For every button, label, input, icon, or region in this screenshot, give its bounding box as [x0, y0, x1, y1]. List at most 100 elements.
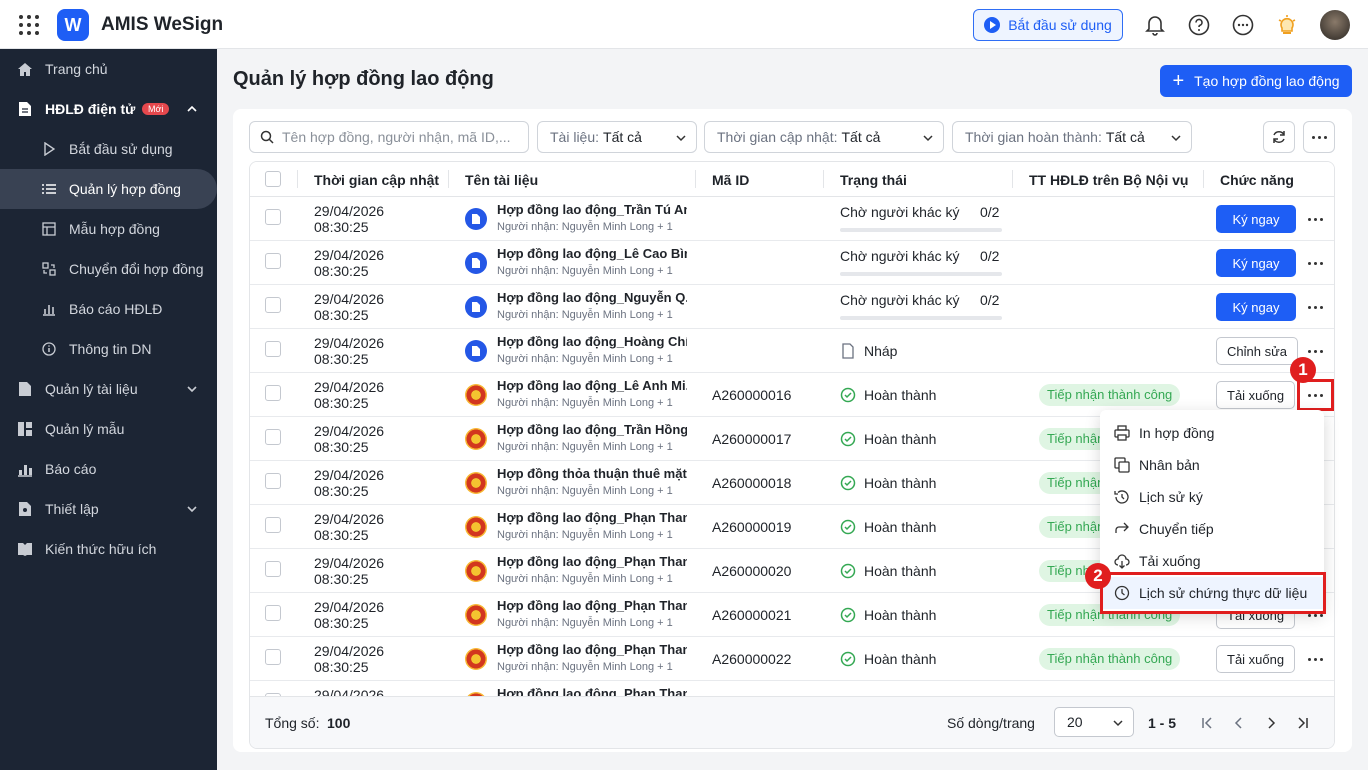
check-circle-icon	[840, 431, 856, 447]
sidebar-item-contracts[interactable]: Quản lý hợp đồng	[0, 169, 217, 209]
start-using-button[interactable]: Bắt đầu sử dụng	[973, 9, 1123, 41]
row-checkbox[interactable]	[265, 429, 281, 445]
document-filter[interactable]: Tài liệu: Tất cả	[537, 121, 697, 153]
sidebar-item-label: HĐLĐ điện tử	[45, 101, 136, 117]
page-title: Quản lý hợp đồng lao động	[233, 68, 494, 90]
row-action-button[interactable]: Ký ngay	[1216, 249, 1296, 277]
document-name[interactable]: Hợp đồng lao động_Lê Anh Mi...	[497, 378, 687, 393]
menu-item-sign-history[interactable]: Lịch sử ký	[1100, 481, 1324, 513]
table-row[interactable]: 29/04/2026 08:30:25 Hợp đồng lao động_Trần…	[250, 197, 1334, 241]
row-more-button[interactable]	[1304, 648, 1326, 670]
updated-time-filter[interactable]: Thời gian cập nhật: Tất cả	[704, 121, 944, 153]
document-name[interactable]: Hợp đồng lao động_Lê Cao Bình	[497, 246, 687, 261]
document-name[interactable]: Hợp đồng lao động_Trần Tú Anh	[497, 202, 687, 217]
column-header[interactable]: Thời gian cập nhật	[314, 172, 439, 188]
sign-progress-bar	[840, 272, 1002, 276]
table-row[interactable]: 29/04/2026 08:30:25 Hợp đồng lao động_Nguy…	[250, 285, 1334, 329]
sidebar-item-manage-templates[interactable]: Quản lý mẫu	[0, 409, 217, 449]
filter-label: Tài liệu:	[550, 129, 600, 145]
status-text: Chờ người khác ký	[840, 292, 960, 308]
document-icon	[465, 208, 487, 230]
row-more-button[interactable]	[1304, 252, 1326, 274]
bell-icon[interactable]	[1143, 13, 1167, 37]
table-row[interactable]: 29/04/2026 08:30:25 Hợp đồng lao động_Lê C…	[250, 241, 1334, 285]
app-logo: W	[57, 9, 89, 41]
menu-item-label: Lịch sử ký	[1139, 489, 1203, 505]
row-checkbox[interactable]	[265, 385, 281, 401]
updated-time: 29/04/202608:30:25	[314, 423, 384, 455]
sidebar-item-convert[interactable]: Chuyển đổi hợp đồng	[0, 249, 217, 289]
sidebar-item-hdld[interactable]: HĐLĐ điện tử Mới	[0, 89, 217, 129]
column-header[interactable]: Trạng thái	[840, 172, 907, 188]
sidebar-item-home[interactable]: Trang chủ	[0, 49, 217, 89]
prev-page-icon[interactable]	[1233, 717, 1245, 729]
document-name[interactable]: Hợp đồng lao động_Phạn Than...	[497, 598, 687, 613]
row-more-button[interactable]	[1304, 296, 1326, 318]
convert-icon	[41, 261, 57, 277]
row-checkbox[interactable]	[265, 253, 281, 269]
sidebar-item-documents[interactable]: Quản lý tài liệu	[0, 369, 217, 409]
menu-item-print[interactable]: In hợp đồng	[1100, 417, 1324, 449]
rows-per-page-select[interactable]: 20	[1054, 707, 1134, 737]
row-checkbox[interactable]	[265, 605, 281, 621]
document-name[interactable]: Hợp đồng lao động_Phạn Than...	[497, 510, 687, 525]
column-header[interactable]: TT HĐLĐ trên Bộ Nội vụ	[1029, 172, 1188, 188]
sidebar-item-report-hdld[interactable]: Báo cáo HĐLĐ	[0, 289, 217, 329]
document-name[interactable]: Hợp đồng thỏa thuận thuê mặt...	[497, 466, 687, 481]
create-contract-button[interactable]: + Tạo hợp đồng lao động	[1160, 65, 1352, 97]
info-icon	[41, 341, 57, 357]
document-recipient: Người nhận: Nguyễn Minh Long + 1	[497, 661, 673, 673]
updated-clock: 08:30:25	[314, 351, 369, 367]
help-icon[interactable]	[1187, 13, 1211, 37]
row-more-button[interactable]	[1304, 208, 1326, 230]
user-avatar[interactable]	[1320, 10, 1350, 40]
updated-clock: 08:30:25	[314, 307, 369, 323]
next-page-icon[interactable]	[1265, 717, 1277, 729]
more-options-button[interactable]	[1303, 121, 1335, 153]
menu-item-forward[interactable]: Chuyển tiếp	[1100, 513, 1324, 545]
last-page-icon[interactable]	[1297, 717, 1309, 729]
column-header[interactable]: Tên tài liệu	[465, 172, 538, 188]
completed-time-filter[interactable]: Thời gian hoàn thành: Tất cả	[952, 121, 1192, 153]
row-checkbox[interactable]	[265, 341, 281, 357]
document-name[interactable]: Hợp đồng lao động_Hoàng Chí...	[497, 334, 687, 349]
table-row[interactable]: 29/04/2026 08:30:25 Hợp đồng lao động_Hoàn…	[250, 329, 1334, 373]
row-checkbox[interactable]	[265, 473, 281, 489]
sidebar-item-reports[interactable]: Báo cáo	[0, 449, 217, 489]
menu-item-duplicate[interactable]: Nhân bản	[1100, 449, 1324, 481]
row-checkbox[interactable]	[265, 297, 281, 313]
row-checkbox[interactable]	[265, 561, 281, 577]
more-circle-icon[interactable]	[1231, 13, 1255, 37]
sidebar-item-templates[interactable]: Mẫu hợp đồng	[0, 209, 217, 249]
row-action-button[interactable]: Ký ngay	[1216, 293, 1296, 321]
document-name[interactable]: Hợp đồng lao động_Trần Hồng...	[497, 422, 687, 437]
sidebar-item-start[interactable]: Bắt đầu sử dụng	[0, 129, 217, 169]
sidebar-item-settings[interactable]: Thiết lập	[0, 489, 217, 529]
sidebar-item-company-info[interactable]: Thông tin DN	[0, 329, 217, 369]
first-page-icon[interactable]	[1201, 717, 1213, 729]
row-action-button[interactable]: Tải xuống	[1216, 645, 1296, 673]
column-header[interactable]: Chức năng	[1220, 172, 1294, 188]
row-action-button[interactable]: Ký ngay	[1216, 205, 1296, 233]
row-checkbox[interactable]	[265, 209, 281, 225]
sidebar-item-label: Thông tin DN	[69, 341, 152, 357]
document-icon	[465, 340, 487, 362]
row-action-button[interactable]: Chỉnh sửa	[1216, 337, 1299, 365]
sidebar-item-knowledge[interactable]: Kiến thức hữu ích	[0, 529, 217, 569]
row-action-button[interactable]: Tải xuống	[1216, 381, 1296, 409]
refresh-button[interactable]	[1263, 121, 1295, 153]
select-all-checkbox[interactable]	[265, 171, 281, 187]
search-input[interactable]: Tên hợp đồng, người nhận, mã ID,...	[249, 121, 529, 153]
row-checkbox[interactable]	[265, 517, 281, 533]
document-name[interactable]: Hợp đồng lao động_Nguyễn Q...	[497, 290, 687, 305]
table-row[interactable]: 29/04/202608:30:25 Hợp đồng lao động_Phạn…	[250, 637, 1334, 681]
column-header[interactable]: Mã ID	[712, 172, 749, 188]
app-grid-icon[interactable]	[19, 15, 39, 35]
document-name[interactable]: Hợp đồng lao động_Phạn Than...	[497, 642, 687, 657]
lightbulb-icon[interactable]	[1275, 13, 1299, 37]
row-checkbox[interactable]	[265, 649, 281, 665]
chevron-down-icon	[187, 506, 197, 513]
document-id: A260000021	[712, 607, 792, 623]
document-name[interactable]: Hợp đồng lao động_Phạn Than...	[497, 554, 687, 569]
menu-item-label: Chuyển tiếp	[1139, 521, 1214, 537]
